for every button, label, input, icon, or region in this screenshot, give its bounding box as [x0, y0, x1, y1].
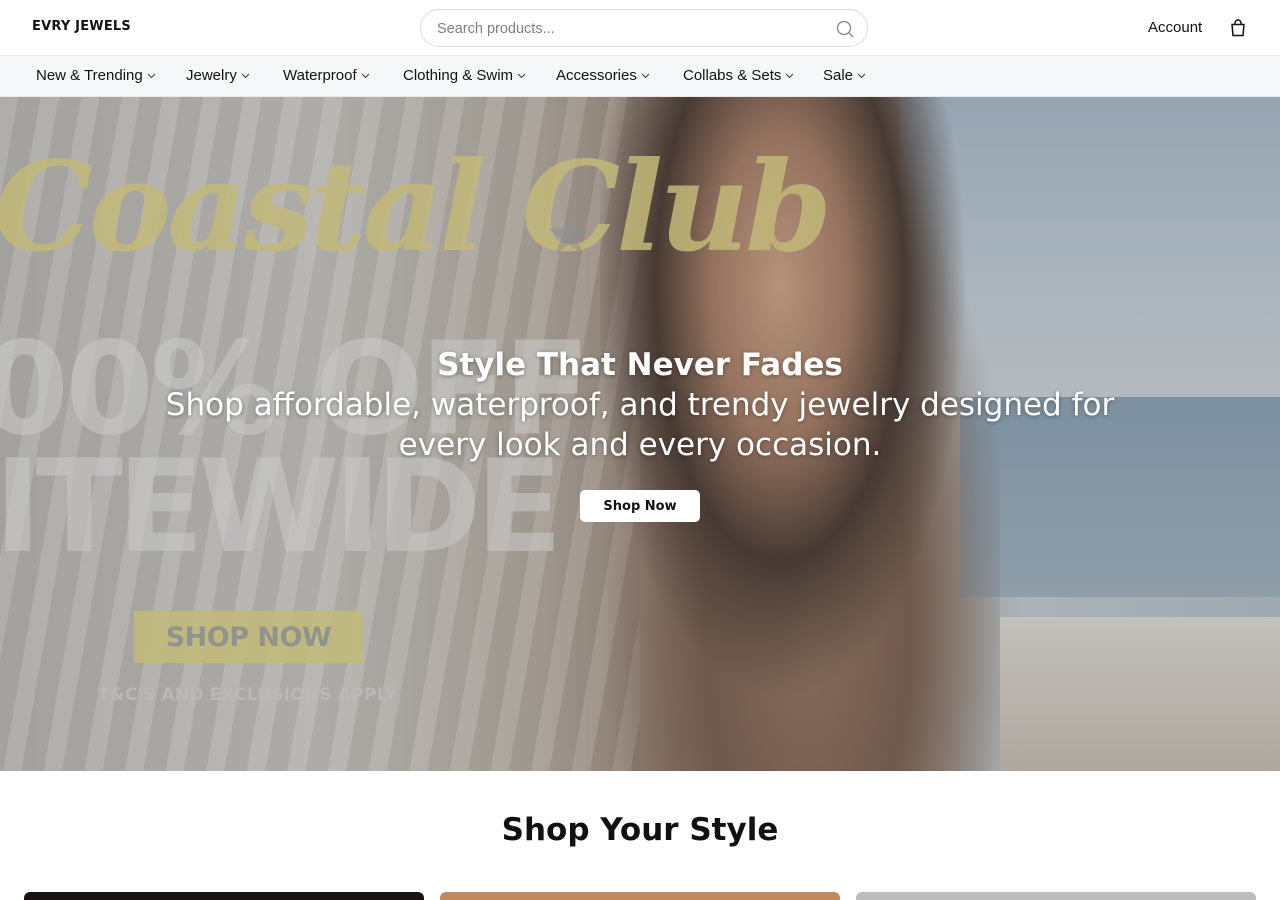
- hero-headline: Style That Never Fades: [437, 347, 843, 383]
- chevron-down-icon: [786, 73, 794, 79]
- shop-now-button[interactable]: Shop Now: [580, 490, 700, 522]
- nav-item-jewelry[interactable]: Jewelry: [186, 67, 250, 84]
- account-link[interactable]: Account: [1148, 19, 1202, 36]
- nav-item-label: Collabs & Sets: [683, 67, 782, 84]
- nav-item-label: Jewelry: [186, 67, 237, 84]
- site-logo[interactable]: EVRY JEWELS: [32, 19, 131, 34]
- section-title: Shop Your Style: [501, 812, 779, 848]
- chevron-down-icon: [517, 73, 526, 79]
- hero-banner: Coastal Club 00% OFF ITEWIDE SHOP NOW T&…: [0, 97, 1280, 771]
- search-icon: [836, 20, 854, 38]
- chevron-down-icon: [147, 73, 156, 79]
- style-tile[interactable]: [856, 892, 1256, 900]
- hero-subheadline: Shop affordable, waterproof, and trendy …: [165, 387, 1115, 463]
- nav-item-accessories[interactable]: Accessories: [556, 67, 650, 84]
- nav-item-clothing-swim[interactable]: Clothing & Swim: [403, 67, 526, 84]
- nav-item-collabs-sets[interactable]: Collabs & Sets: [683, 67, 794, 84]
- style-tile[interactable]: [24, 892, 424, 900]
- nav-item-sale[interactable]: Sale: [823, 67, 866, 84]
- nav-item-label: Waterproof: [283, 67, 357, 84]
- chevron-down-icon: [641, 73, 650, 79]
- nav-item-label: New & Trending: [36, 67, 143, 84]
- nav-item-label: Accessories: [556, 67, 637, 84]
- search-bar: [420, 9, 868, 47]
- cart-button[interactable]: [1228, 18, 1248, 38]
- category-nav: New & Trending Jewelry Waterproof Clothi…: [0, 56, 1280, 97]
- search-input[interactable]: [437, 18, 817, 40]
- search-button[interactable]: [835, 19, 855, 39]
- nav-item-label: Sale: [823, 67, 854, 84]
- nav-item-new-trending[interactable]: New & Trending: [36, 67, 156, 84]
- site-header: EVRY JEWELS Account: [0, 0, 1280, 56]
- nav-item-label: Clothing & Swim: [403, 67, 514, 84]
- chevron-down-icon: [857, 73, 866, 79]
- chevron-down-icon: [241, 73, 250, 79]
- chevron-down-icon: [361, 73, 370, 79]
- shopping-bag-icon: [1231, 19, 1245, 37]
- nav-item-waterproof[interactable]: Waterproof: [283, 67, 370, 84]
- style-tile[interactable]: [440, 892, 840, 900]
